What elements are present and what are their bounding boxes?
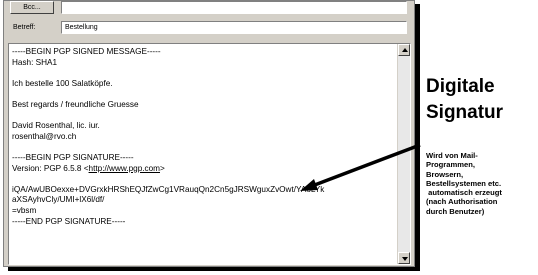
annotation-note-line: Browsern, — [426, 169, 464, 179]
annotation-arrow — [300, 143, 421, 191]
annotation-note-line: automatisch erzeugt — [426, 188, 502, 198]
annotation-note-line: (nach Authorisation — [426, 197, 498, 207]
arrow-head-icon — [300, 179, 318, 191]
annotation-title-line1: Digitale — [426, 76, 495, 97]
annotation-note-line: durch Benutzer) — [426, 206, 485, 216]
annotation-note-line: Bestellsystemen etc. — [426, 178, 502, 188]
annotation-note-line: Wird von Mail- — [426, 151, 478, 160]
annotation-title-line2: Signatur — [426, 102, 504, 123]
arrow-shaft — [311, 143, 421, 188]
annotation-note: Wird von Mail- Programmen, Browsern, Bestel… — [426, 151, 538, 216]
annotation-note-line: Programmen, — [426, 160, 475, 170]
